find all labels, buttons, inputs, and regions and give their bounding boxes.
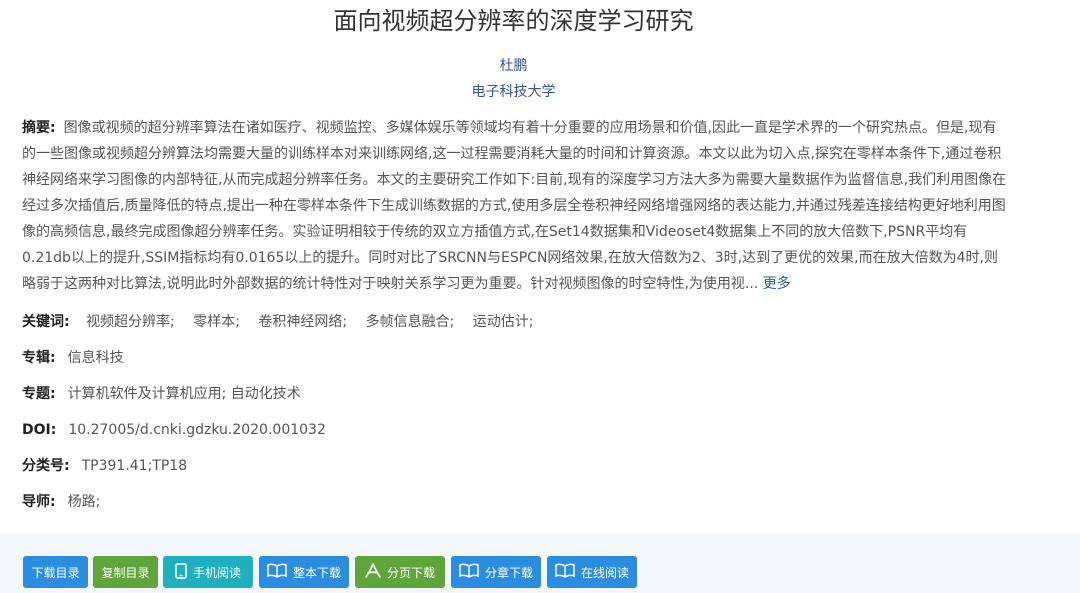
topic-value: 计算机软件及计算机应用; 自动化技术 (67, 386, 301, 402)
abstract: 摘要: 图像或视频的超分辨率算法在诸如医疗、视频监控、多媒体娱乐等领域均有着十分重… (22, 115, 1010, 297)
page-title: 面向视频超分辨率的深度学习研究 (333, 7, 694, 35)
download-toc-label: 下载目录 (31, 565, 80, 580)
full-download-label: 整本下载 (292, 565, 341, 580)
author-link[interactable]: 杜鹏 (0, 56, 1027, 76)
phone-icon (175, 562, 187, 582)
class-row: 分类号: TP391.41;TP18 (22, 456, 187, 476)
download-toc-button[interactable]: 下载目录 (23, 556, 88, 588)
series-value: 信息科技 (67, 350, 124, 366)
book-icon (459, 563, 479, 581)
doi-row: DOI: 10.27005/d.cnki.gdzku.2020.001032 (22, 420, 326, 440)
keyword-link[interactable]: 多帧信息融合; (366, 314, 455, 330)
keyword-link[interactable]: 运动估计; (473, 314, 534, 330)
full-download-button[interactable]: 整本下载 (259, 556, 349, 588)
series-label: 专辑: (22, 350, 56, 366)
copy-toc-label: 复制目录 (101, 565, 150, 580)
keyword-link[interactable]: 零样本; (193, 314, 240, 330)
topic-row: 专题: 计算机软件及计算机应用; 自动化技术 (22, 384, 301, 404)
organization-link[interactable]: 电子科技大学 (0, 82, 1027, 102)
online-read-button[interactable]: 在线阅读 (547, 556, 637, 588)
series-row: 专辑: 信息科技 (22, 348, 124, 368)
keywords-row: 关键词: 视频超分辨率; 零样本; 卷积神经网络; 多帧信息融合; 运动估计; (22, 312, 547, 332)
mobile-read-button[interactable]: 手机阅读 (163, 556, 253, 588)
chapter-download-label: 分章下载 (484, 565, 533, 580)
class-label: 分类号: (22, 458, 70, 474)
class-value: TP391.41;TP18 (81, 458, 188, 474)
advisor-value[interactable]: 杨路; (68, 494, 101, 510)
doi-value: 10.27005/d.cnki.gdzku.2020.001032 (68, 422, 326, 438)
mobile-read-label: 手机阅读 (192, 565, 241, 580)
action-toolbar: 下载目录 复制目录 手机阅读 整本下载 分页下载 分章下载 在线阅读 (0, 534, 1080, 593)
keywords-label: 关键词: (22, 314, 70, 330)
keyword-link[interactable]: 卷积神经网络; (258, 314, 347, 330)
chapter-download-button[interactable]: 分章下载 (451, 556, 541, 588)
book-icon (267, 563, 287, 581)
copy-toc-button[interactable]: 复制目录 (93, 556, 158, 588)
advisor-label: 导师: (22, 494, 56, 510)
advisor-row: 导师: 杨路; (22, 492, 100, 512)
pdf-icon (365, 562, 381, 582)
doi-label: DOI: (22, 422, 57, 438)
more-link[interactable]: 更多 (763, 276, 791, 292)
keyword-link[interactable]: 视频超分辨率; (86, 314, 175, 330)
abstract-text: 图像或视频的超分辨率算法在诸如医疗、视频监控、多媒体娱乐等领域均有着十分重要的应… (22, 120, 1007, 292)
abstract-label: 摘要: (22, 120, 56, 136)
page-download-label: 分页下载 (386, 565, 435, 580)
online-read-label: 在线阅读 (580, 565, 629, 580)
book-icon (555, 563, 575, 581)
page-download-button[interactable]: 分页下载 (355, 556, 445, 588)
topic-label: 专题: (22, 386, 56, 402)
